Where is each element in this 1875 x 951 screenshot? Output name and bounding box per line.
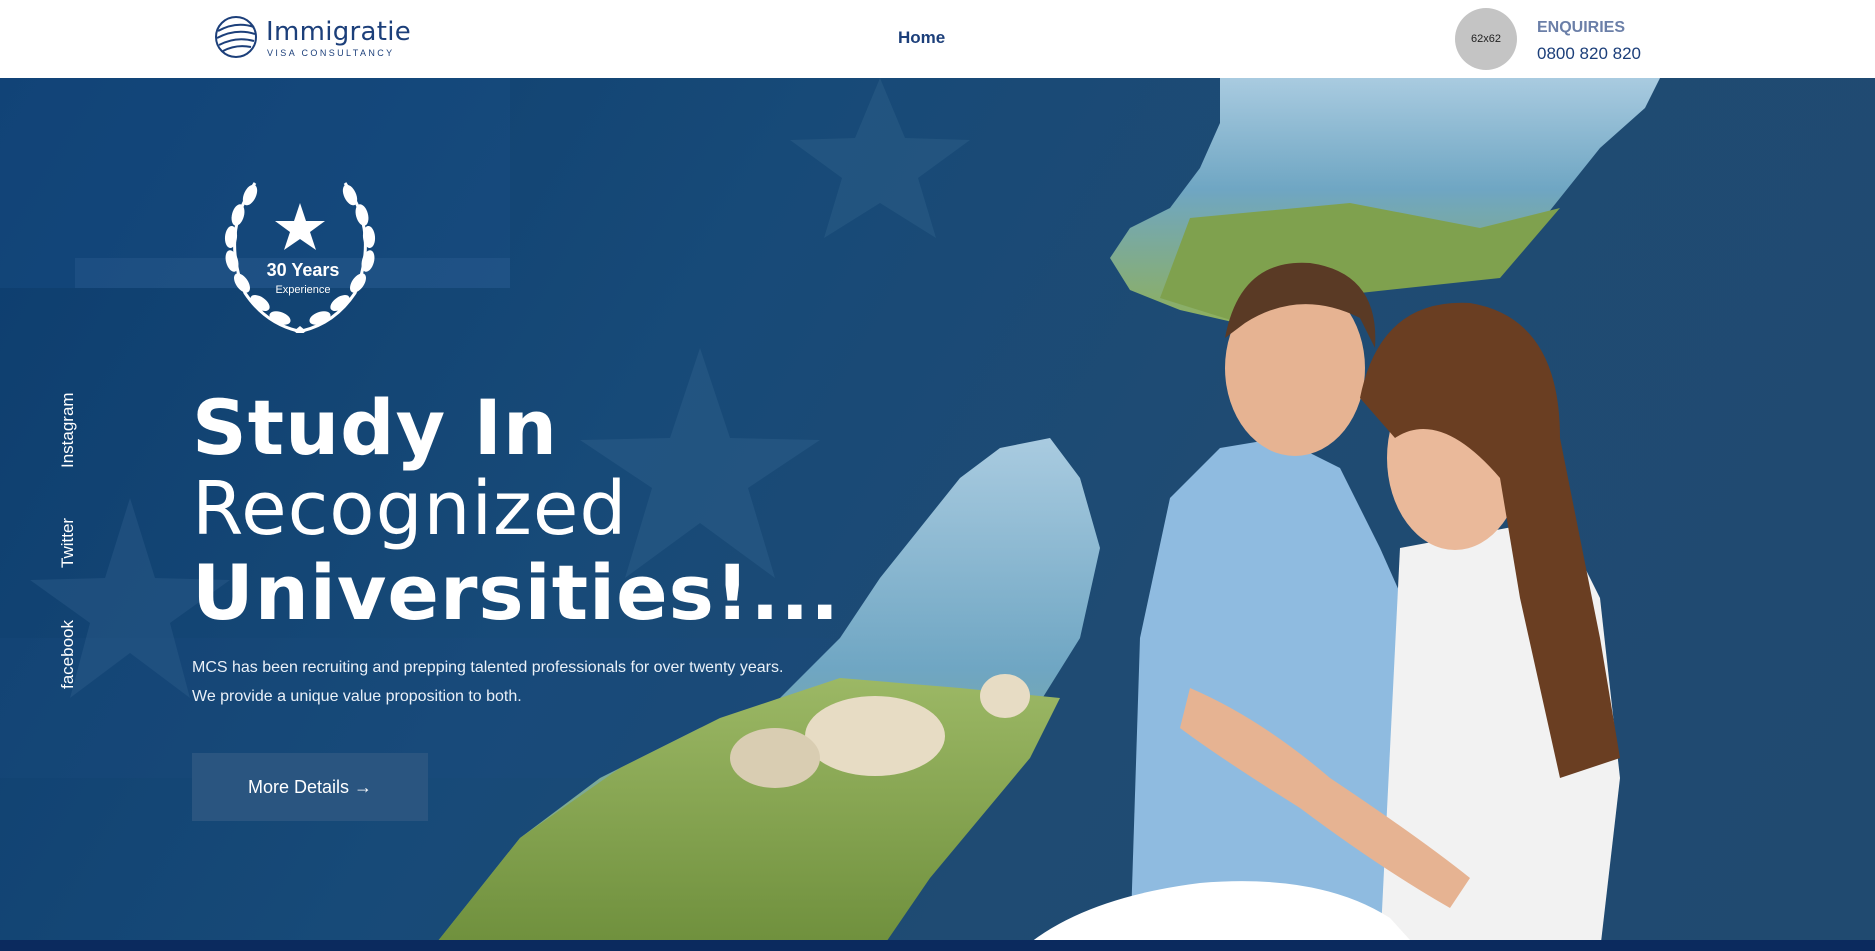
hero-title-line1: Study In: [192, 383, 558, 472]
social-link-facebook[interactable]: facebook: [58, 620, 78, 689]
logo-name: Immigratie: [266, 17, 412, 47]
hero-description: MCS has been recruiting and prepping tal…: [192, 659, 784, 705]
more-details-button[interactable]: More Details →: [192, 753, 428, 821]
social-link-instagram[interactable]: Instagram: [58, 392, 78, 468]
social-link-twitter[interactable]: Twitter: [58, 518, 78, 568]
globe-logo-icon: [215, 16, 257, 58]
site-header: Immigratie VISA CONSULTANCY Home 62x62 E…: [0, 0, 1875, 78]
laurel-wreath-icon: [224, 182, 376, 336]
badge-subtitle: Experience: [275, 284, 331, 296]
experience-badge: [210, 173, 390, 336]
hero-section: 30 Years Experience Instagram Twitter fa…: [0, 78, 1875, 951]
enquiries-label: ENQUIRIES: [1537, 19, 1626, 36]
logo[interactable]: Immigratie VISA CONSULTANCY: [214, 15, 411, 63]
avatar: 62x62: [1455, 8, 1517, 70]
logo-tagline: VISA CONSULTANCY: [267, 48, 395, 58]
hero-title-line2: Recognized: [192, 466, 628, 552]
bottom-bar: [0, 940, 1875, 951]
badge-years: 30 Years: [266, 260, 340, 280]
nav-home-link[interactable]: Home: [898, 28, 945, 48]
hero-title-line3: Universities!...: [192, 548, 841, 637]
phone-link[interactable]: 0800 820 820: [1537, 44, 1641, 64]
